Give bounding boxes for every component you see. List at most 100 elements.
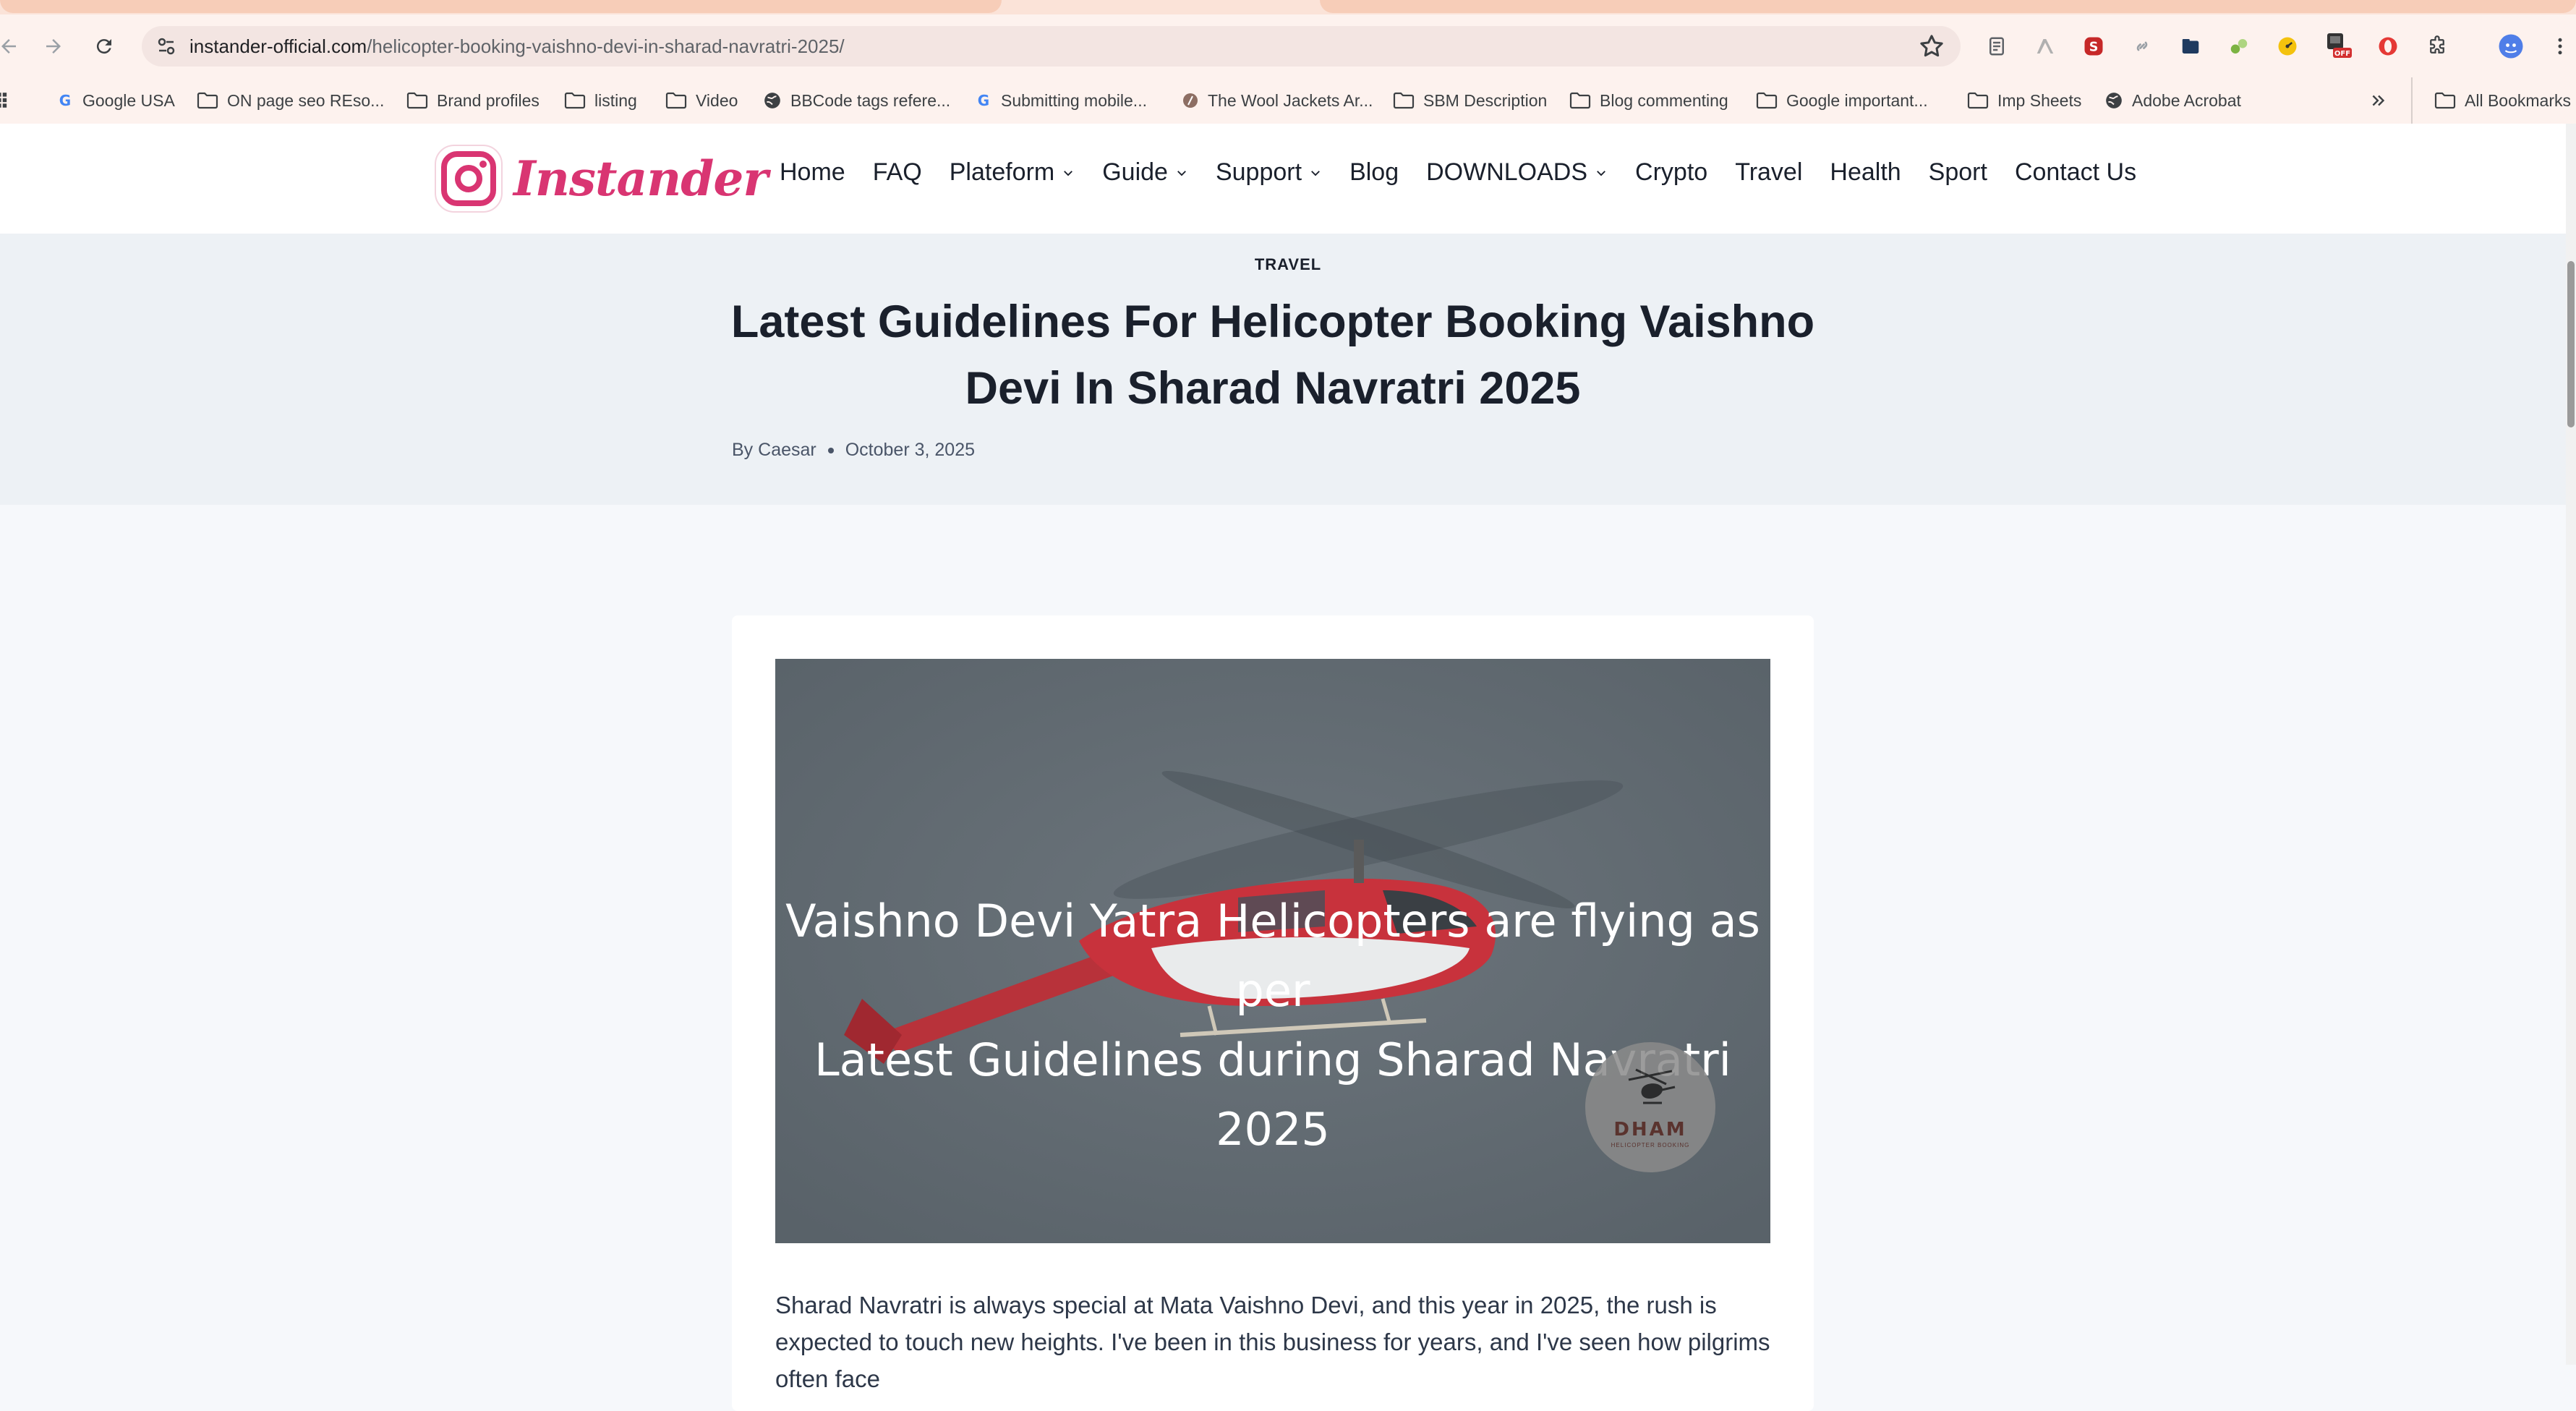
author-link[interactable]: Caesar	[758, 440, 816, 460]
site-logo[interactable]: Instander	[431, 141, 768, 216]
reload-icon[interactable]	[90, 32, 119, 61]
folder-icon	[406, 92, 428, 109]
chevron-down-icon	[1064, 170, 1073, 176]
nav-label: Travel	[1735, 158, 1803, 186]
bookmark-wool-jackets[interactable]: The Wool Jackets Ar...	[1182, 77, 1373, 124]
bookmark-label: Blog commenting	[1600, 90, 1728, 110]
instagram-logo-icon	[435, 145, 503, 213]
site-icon	[1183, 93, 1198, 108]
badge-text: DHAM	[1613, 1119, 1687, 1141]
extension-off-icon[interactable]: OFF	[2323, 32, 2352, 61]
nav-health[interactable]: Health	[1830, 158, 1901, 187]
nav-label: Crypto	[1635, 158, 1708, 186]
google-icon: G	[978, 92, 989, 109]
bookmark-on-page-seo[interactable]: ON page seo REso...	[197, 77, 384, 124]
opera-icon[interactable]	[2374, 32, 2402, 61]
nav-label: Plateform	[949, 158, 1055, 186]
bookmarks-overflow-icon[interactable]	[2369, 77, 2388, 124]
extension-green-icon[interactable]	[2225, 32, 2253, 61]
bookmark-label: Brand profiles	[437, 90, 539, 110]
bookmarks-bar: G Google USA ON page seo REso... Brand p…	[0, 77, 2576, 124]
scrollbar-thumb[interactable]	[2567, 261, 2575, 427]
nav-guide[interactable]: Guide	[1102, 158, 1188, 187]
bookmark-label: Google important...	[1786, 90, 1928, 110]
folder-icon	[2434, 92, 2456, 109]
bookmark-label: SBM Description	[1423, 90, 1548, 110]
google-icon: G	[59, 92, 71, 109]
image-caption-line: Vaishno Devi Yatra Helicopters are flyin…	[785, 895, 1760, 1017]
page-scrollbar[interactable]	[2566, 124, 2576, 1365]
extension-folder-icon[interactable]	[2176, 32, 2205, 61]
tab-inactive[interactable]	[0, 0, 1002, 13]
bookmark-label: Submitting mobile...	[1001, 90, 1147, 110]
bookmark-label: listing	[594, 90, 637, 110]
back-icon[interactable]	[0, 32, 23, 61]
bookmark-google-usa[interactable]: G Google USA	[56, 77, 175, 124]
all-bookmarks-label: All Bookmarks	[2465, 90, 2571, 110]
nav-downloads[interactable]: DOWNLOADS	[1426, 158, 1608, 187]
nav-faq[interactable]: FAQ	[873, 158, 922, 187]
site-info-icon[interactable]	[152, 32, 181, 61]
bookmark-brand-profiles[interactable]: Brand profiles	[406, 77, 539, 124]
address-bar[interactable]: instander-official.com/helicopter-bookin…	[142, 26, 1961, 67]
nav-label: Sport	[1928, 158, 1987, 186]
post-date: October 3, 2025	[845, 440, 976, 460]
all-bookmarks[interactable]: All Bookmarks	[2411, 77, 2571, 124]
author-line: By Caesar	[732, 440, 816, 461]
url-path: /helicopter-booking-vaishno-devi-in-shar…	[367, 35, 845, 57]
nav-label: DOWNLOADS	[1426, 158, 1588, 186]
svg-text:G: G	[978, 92, 989, 109]
nav-crypto[interactable]: Crypto	[1635, 158, 1707, 187]
bookmark-star-icon[interactable]	[1917, 32, 1946, 61]
forward-icon[interactable]	[39, 32, 68, 61]
url-text[interactable]: instander-official.com/helicopter-bookin…	[189, 34, 845, 59]
article-intro: Sharad Navratri is always special at Mat…	[775, 1292, 1770, 1392]
nav-contact-us[interactable]: Contact Us	[2015, 158, 2136, 187]
nav-support[interactable]: Support	[1216, 158, 1322, 187]
apps-grid-icon[interactable]	[0, 77, 14, 124]
profile-avatar-icon[interactable]	[2496, 32, 2525, 61]
browser-menu-icon[interactable]	[2546, 32, 2575, 61]
nav-plateform[interactable]: Plateform	[950, 158, 1075, 187]
bookmark-label: ON page seo REso...	[227, 90, 385, 110]
tab-strip	[0, 0, 2576, 14]
bookmark-video[interactable]: Video	[665, 77, 738, 124]
nav-label: Home	[780, 158, 845, 186]
post-category-link[interactable]: TRAVEL	[0, 255, 2576, 274]
bookmark-listing[interactable]: listing	[564, 77, 637, 124]
nav-sport[interactable]: Sport	[1929, 158, 1987, 187]
svg-text:S: S	[2089, 40, 2099, 54]
folder-icon	[564, 92, 586, 109]
svg-text:G: G	[59, 92, 71, 109]
globe-icon	[764, 93, 780, 108]
nav-label: Support	[1215, 158, 1302, 186]
chevron-down-icon	[1177, 170, 1186, 176]
bookmark-label: The Wool Jackets Ar...	[1208, 90, 1373, 110]
extension-a-icon[interactable]	[2031, 32, 2060, 61]
bookmark-submitting-mobile[interactable]: G Submitting mobile...	[975, 77, 1147, 124]
link-icon[interactable]	[2128, 32, 2157, 61]
folder-icon	[665, 92, 687, 109]
nav-label: FAQ	[872, 158, 922, 186]
bookmark-google-important[interactable]: Google important...	[1756, 77, 1928, 124]
bookmark-sbm-description[interactable]: SBM Description	[1393, 77, 1547, 124]
nav-blog[interactable]: Blog	[1349, 158, 1399, 187]
bookmark-blog-commenting[interactable]: Blog commenting	[1569, 77, 1728, 124]
folder-icon	[1756, 92, 1778, 109]
nav-label: Guide	[1102, 158, 1168, 186]
nav-home[interactable]: Home	[780, 158, 845, 187]
nav-travel[interactable]: Travel	[1735, 158, 1802, 187]
tab-inactive[interactable]	[1320, 0, 2576, 13]
bookmark-adobe-acrobat[interactable]: Adobe Acrobat	[2104, 77, 2241, 124]
extension-s-icon[interactable]: S	[2079, 32, 2108, 61]
reading-list-icon[interactable]	[1982, 32, 2011, 61]
extensions-puzzle-icon[interactable]	[2423, 32, 2452, 61]
author-prefix: By	[732, 440, 754, 460]
dham-logo-badge: DHAM HELICOPTER BOOKING	[1585, 1042, 1715, 1172]
folder-icon	[1967, 92, 1989, 109]
post-hero: TRAVEL Latest Guidelines For Helicopter …	[0, 234, 2576, 505]
bookmark-label: BBCode tags refere...	[790, 90, 951, 110]
bookmark-imp-sheets[interactable]: Imp Sheets	[1967, 77, 2081, 124]
bookmark-bbcode[interactable]: BBCode tags refere...	[763, 77, 950, 124]
extension-gauge-icon[interactable]	[2273, 32, 2302, 61]
